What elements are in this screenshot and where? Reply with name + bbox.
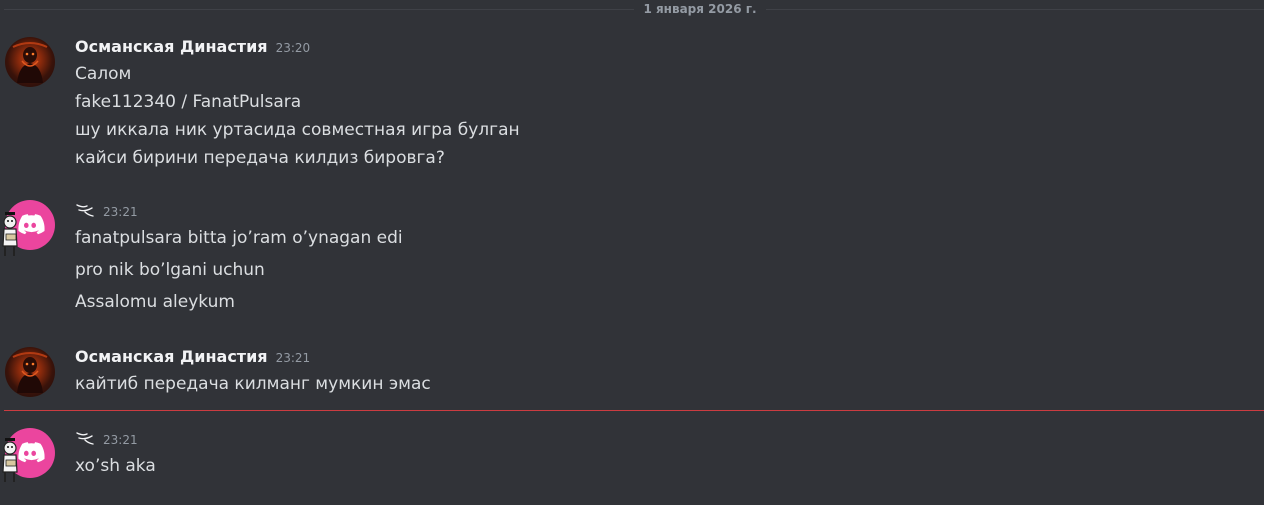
message-group: 23:21 xo’sh aka [0,426,1264,486]
message-group: 23:21 fanatpulsara bitta jo’ram o’ynagan… [0,198,1264,323]
message-header: 23:21 [75,428,138,450]
chat-messages: 1 января 2026 г. Османская Династия 23:20… [0,0,1264,505]
avatar[interactable] [5,37,55,87]
avatar[interactable] [5,347,55,397]
timestamp[interactable]: 23:21 [276,351,311,365]
message-text: Салом [75,64,132,84]
message-header: Османская Династия 23:21 [75,346,310,368]
timestamp[interactable]: 23:21 [103,433,138,447]
message-text: кайси бирини передача килдиз бировга? [75,148,445,168]
avatar-figure-icon [12,42,48,83]
date-divider-line-right [766,9,1264,10]
avatar-decoration-icon [2,212,18,256]
message-header: Османская Династия 23:20 [75,36,310,58]
avatar-decoration-icon [2,438,18,482]
message-text: шу иккала ник уртасида совместная игра б… [75,120,520,140]
username[interactable]: Османская Династия [75,37,268,56]
message-group: Османская Династия 23:21 кайтиб передача … [0,344,1264,406]
username-glyph-icon [76,432,94,445]
date-divider-label: 1 января 2026 г. [643,2,757,16]
avatar-figure-icon [12,352,48,393]
username[interactable]: Османская Династия [75,347,268,366]
timestamp[interactable]: 23:21 [103,205,138,219]
message-text: Assalomu aleykum [75,292,235,312]
message-text: pro nik bo’lgani uchun [75,260,265,280]
message-text: кайтиб передача килманг мумкин эмас [75,374,431,394]
message-text: fake112340 / FanatPulsara [75,92,302,112]
new-messages-divider [4,410,1264,411]
message-text: xo’sh aka [75,456,156,476]
timestamp[interactable]: 23:20 [276,41,311,55]
message-header: 23:21 [75,200,138,222]
date-divider-line-left [4,9,634,10]
username-glyph-icon [76,204,94,217]
message-group: Османская Династия 23:20 Салом fake112340… [0,34,1264,184]
date-divider: 1 января 2026 г. [0,0,1264,20]
message-text: fanatpulsara bitta jo’ram o’ynagan edi [75,228,403,248]
